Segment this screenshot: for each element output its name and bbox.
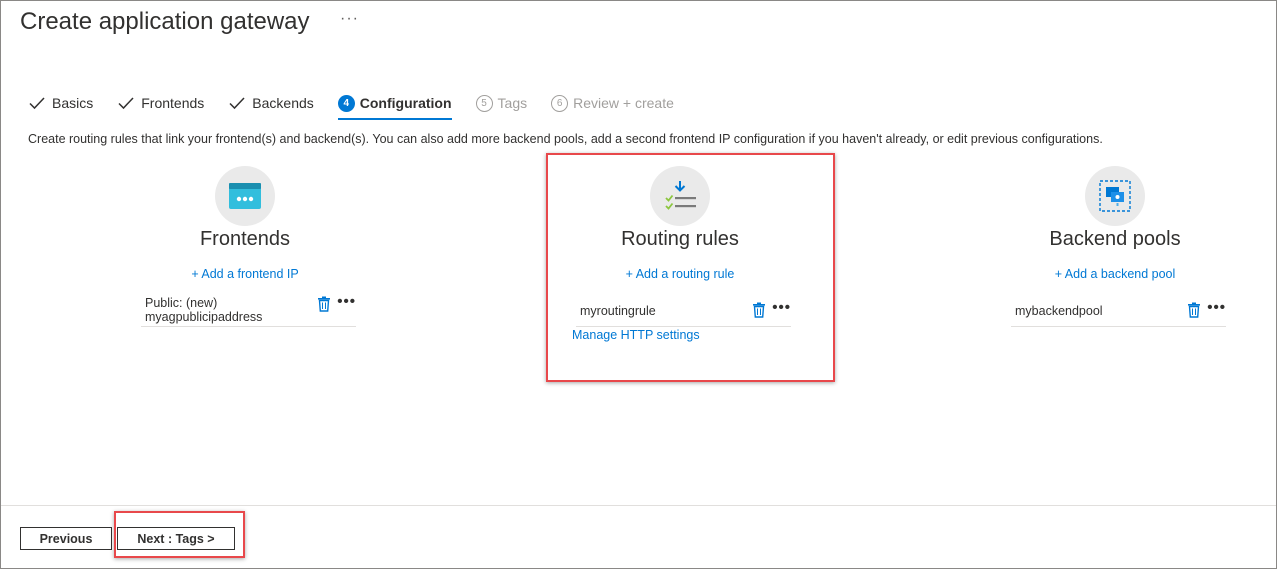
tab-label: Review + create	[573, 95, 674, 111]
previous-button[interactable]: Previous	[20, 527, 112, 550]
tab-label: Frontends	[141, 95, 205, 111]
footer-divider	[1, 505, 1276, 506]
backend-pools-section: Backend pools + Add a backend pool	[1005, 166, 1225, 281]
tab-basics[interactable]: Basics	[28, 90, 93, 116]
tab-tags[interactable]: 5 Tags	[475, 90, 528, 116]
delete-icon[interactable]	[1187, 302, 1201, 318]
page-title: Create application gateway	[20, 8, 310, 35]
tab-frontends[interactable]: Frontends	[117, 90, 204, 116]
wizard-tabs: Basics Frontends Backends 4 Configuratio…	[28, 90, 698, 120]
frontend-list-item[interactable]: Public: (new) myagpublicipaddress •••	[141, 294, 356, 327]
frontend-item-label: Public: (new) myagpublicipaddress	[145, 296, 263, 324]
backend-pool-icon	[1085, 166, 1145, 226]
section-title: Backend pools	[1049, 228, 1181, 250]
step-number-badge: 5	[475, 94, 493, 112]
tab-label: Tags	[497, 95, 528, 111]
tab-label: Backends	[252, 95, 314, 111]
frontends-section: Frontends + Add a frontend IP	[135, 166, 355, 281]
more-options-button[interactable]: ···	[340, 10, 359, 28]
delete-icon[interactable]	[317, 296, 331, 312]
next-button-highlight	[114, 511, 245, 558]
frontend-icon	[215, 166, 275, 226]
add-backend-pool-link[interactable]: + Add a backend pool	[1055, 267, 1176, 281]
section-title: Frontends	[199, 228, 291, 250]
add-frontend-ip-link[interactable]: + Add a frontend IP	[191, 267, 298, 281]
tab-review-create[interactable]: 6 Review + create	[551, 90, 674, 116]
tab-backends[interactable]: Backends	[228, 90, 314, 116]
backend-pool-list-item[interactable]: mybackendpool •••	[1011, 300, 1226, 327]
checkmark-icon	[229, 97, 245, 110]
step-number-badge: 4	[337, 94, 355, 112]
tab-label: Configuration	[359, 95, 452, 111]
checkmark-icon	[118, 97, 134, 110]
page-description: Create routing rules that link your fron…	[28, 132, 1103, 146]
step-number-badge: 6	[551, 94, 569, 112]
checkmark-icon	[29, 97, 45, 110]
tab-configuration[interactable]: 4 Configuration	[337, 90, 452, 120]
backend-pool-item-label: mybackendpool	[1015, 304, 1103, 318]
routing-rules-highlight	[546, 153, 835, 382]
item-more-options[interactable]: •••	[337, 294, 356, 309]
item-more-options[interactable]: •••	[1207, 300, 1226, 315]
tab-label: Basics	[52, 95, 94, 111]
